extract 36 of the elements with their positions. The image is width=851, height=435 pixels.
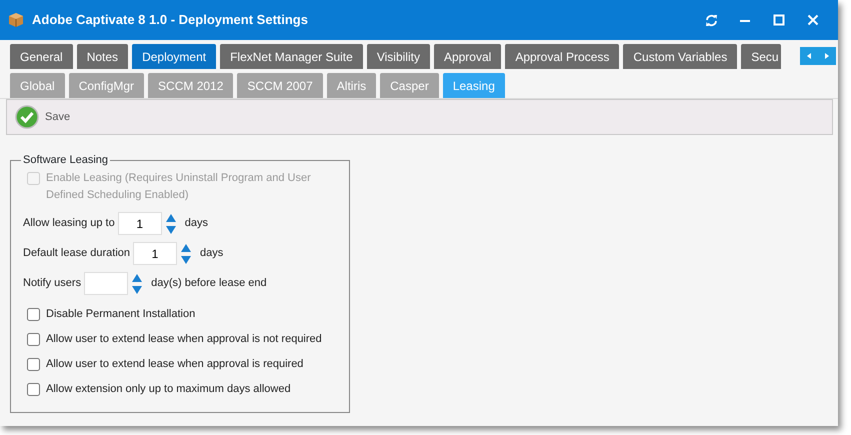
unit-label: days (184, 216, 208, 232)
checkbox-label: Allow user to extend lease when approval is required (46, 357, 304, 372)
checkbox-label: Allow extension only up to maximum days allowed (46, 382, 291, 398)
tab-scroll-buttons[interactable] (800, 47, 836, 65)
checkbox-label: Disable Permanent Installation (46, 307, 196, 322)
tab[interactable]: Leasing (442, 73, 505, 98)
tab[interactable]: General (10, 44, 73, 69)
group-title: Software Leasing (21, 155, 110, 166)
number-field[interactable]: 1 (133, 242, 178, 265)
tab[interactable]: Approval Process (505, 44, 620, 69)
field-label: Notify users (23, 276, 82, 292)
window-title: Adobe Captivate 8 1.0 - Deployment Settings (32, 11, 308, 30)
checkbox-label: Allow user to extend lease when approval is not required (46, 332, 322, 348)
spinner-arrows[interactable] (180, 242, 192, 264)
field-label: Allow leasing up to (23, 216, 115, 232)
number-field[interactable] (84, 272, 128, 295)
tab[interactable]: Approval (434, 44, 502, 69)
checkbox[interactable] (27, 308, 40, 321)
spinner-arrows[interactable] (131, 272, 144, 294)
checkbox[interactable] (27, 358, 40, 371)
tab[interactable]: Secu (741, 44, 781, 69)
spinner-arrows[interactable] (164, 212, 177, 234)
unit-label: days (200, 246, 224, 262)
tab[interactable]: Notes (76, 44, 128, 69)
number-field[interactable]: 1 (118, 212, 162, 235)
package-icon (8, 12, 24, 28)
tab[interactable]: Custom Variables (623, 44, 738, 69)
field-label: Default lease duration (23, 246, 130, 262)
checkbox[interactable] (27, 383, 40, 396)
tab[interactable]: Visibility (366, 44, 430, 69)
tab[interactable]: FlexNet Manager Suite (220, 44, 363, 69)
tab[interactable]: Deployment (132, 44, 216, 69)
unit-label: day(s) before lease end (151, 276, 267, 292)
checkbox-label: Enable Leasing (Requires Uninstall Program and User Defined Scheduling Enabled) (46, 171, 312, 203)
checkbox[interactable] (27, 333, 40, 346)
save-button[interactable]: Save (15, 105, 70, 129)
